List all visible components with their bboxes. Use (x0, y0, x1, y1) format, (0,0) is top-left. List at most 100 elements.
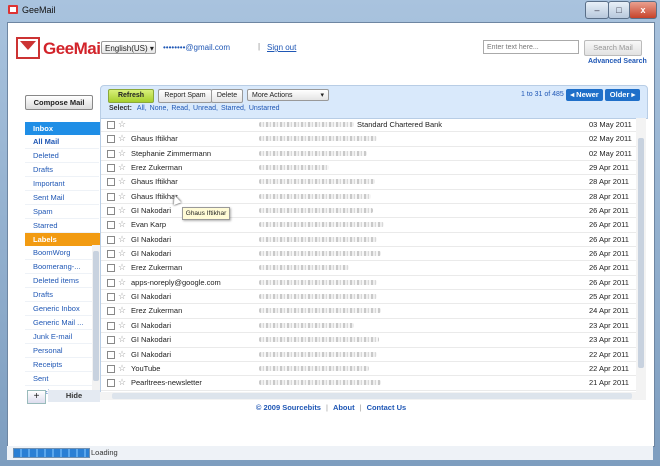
message-checkbox[interactable] (107, 235, 115, 244)
sidebar-item-drafts[interactable]: Drafts (25, 163, 99, 177)
star-icon[interactable]: ☆ (118, 147, 126, 160)
message-row[interactable]: ☆ apps-noreply@google.com 26 Apr 2011 (101, 276, 637, 291)
advanced-search-link[interactable]: Advanced Search (588, 58, 647, 65)
message-row[interactable]: ☆ Standard Chartered Bank 03 May 2011 (101, 118, 637, 133)
sidebar-label-generic-mail-[interactable]: Generic Mail ... (25, 316, 99, 330)
sidebar-label-drafts[interactable]: Drafts (25, 288, 99, 302)
message-checkbox[interactable] (107, 364, 115, 373)
refresh-button[interactable]: Refresh (108, 89, 154, 103)
add-label-button[interactable]: + (27, 390, 46, 404)
message-row[interactable]: ☆ YouTube 22 Apr 2011 (101, 362, 637, 377)
message-row[interactable]: ☆ Erez Zukerman 24 Apr 2011 (101, 304, 637, 319)
message-checkbox[interactable] (107, 207, 115, 216)
copyright-link[interactable]: © 2009 Sourcebits (256, 403, 321, 412)
star-icon[interactable]: ☆ (118, 118, 126, 131)
message-row[interactable]: ☆ GI Nakodari 26 Apr 2011 (101, 247, 637, 262)
sidebar-label-sent[interactable]: Sent (25, 372, 99, 386)
select-option-starred[interactable]: Starred, (221, 105, 246, 112)
message-row[interactable]: ☆ Erez Zukerman 29 Apr 2011 (101, 161, 637, 176)
star-icon[interactable]: ☆ (118, 333, 126, 346)
maximize-button[interactable]: □ (608, 1, 630, 19)
sidebar-scroll-thumb[interactable] (93, 251, 99, 381)
message-row[interactable]: ☆ GI Nakodari 23 Apr 2011 (101, 319, 637, 334)
star-icon[interactable]: ☆ (118, 276, 126, 289)
search-mail-button[interactable]: Search Mail (584, 40, 642, 56)
message-checkbox[interactable] (107, 149, 115, 158)
message-row[interactable]: ☆ GI Nakodari 25 Apr 2011 (101, 290, 637, 305)
message-row[interactable]: ☆ GI Nakodari 22 Apr 2011 (101, 348, 637, 362)
title-bar[interactable]: GeeMail – □ x (0, 0, 660, 20)
sidebar-label-boomerang-[interactable]: Boomerang-... (25, 260, 99, 274)
message-checkbox[interactable] (107, 278, 115, 287)
sidebar-label-deleted-items[interactable]: Deleted items (25, 274, 99, 288)
sidebar-label-personal[interactable]: Personal (25, 344, 99, 358)
star-icon[interactable]: ☆ (118, 204, 126, 217)
star-icon[interactable]: ☆ (118, 261, 126, 274)
message-checkbox[interactable] (107, 164, 115, 173)
sign-out-link[interactable]: Sign out (267, 43, 296, 52)
sidebar-item-starred[interactable]: Starred (25, 219, 99, 233)
message-checkbox[interactable] (107, 336, 115, 345)
message-checkbox[interactable] (107, 221, 115, 230)
star-icon[interactable]: ☆ (118, 233, 126, 246)
minimize-button[interactable]: – (585, 1, 609, 19)
star-icon[interactable]: ☆ (118, 190, 126, 203)
newer-button[interactable]: ◂ Newer (566, 89, 603, 101)
close-button[interactable]: x (629, 1, 657, 19)
message-list-scrollbar[interactable] (636, 118, 646, 392)
report-spam-button[interactable]: Report Spam (158, 89, 212, 103)
sidebar-label-generic-inbox[interactable]: Generic Inbox (25, 302, 99, 316)
message-checkbox[interactable] (107, 135, 115, 144)
sidebar-item-sent-mail[interactable]: Sent Mail (25, 191, 99, 205)
horizontal-scrollbar[interactable] (100, 392, 646, 400)
older-button[interactable]: Older ▸ (605, 89, 640, 101)
message-scroll-thumb[interactable] (638, 138, 644, 368)
message-checkbox[interactable] (107, 307, 115, 316)
message-checkbox[interactable] (107, 192, 115, 201)
star-icon[interactable]: ☆ (118, 218, 126, 231)
star-icon[interactable]: ☆ (118, 290, 126, 303)
message-row[interactable]: ☆ Ghaus Iftikhar 02 May 2011 (101, 132, 637, 147)
message-checkbox[interactable] (107, 350, 115, 359)
sidebar-item-spam[interactable]: Spam (25, 205, 99, 219)
star-icon[interactable]: ☆ (118, 132, 126, 145)
message-checkbox[interactable] (107, 264, 115, 273)
compose-mail-button[interactable]: Compose Mail (25, 95, 93, 110)
select-option-unstarred[interactable]: Unstarred (249, 105, 280, 112)
message-row[interactable]: ☆ Erez Zukerman 26 Apr 2011 (101, 261, 637, 276)
select-option-read[interactable]: Read, (171, 105, 190, 112)
sidebar-label-receipts[interactable]: Receipts (25, 358, 99, 372)
horizontal-scroll-thumb[interactable] (112, 393, 632, 399)
star-icon[interactable]: ☆ (118, 304, 126, 317)
message-row[interactable]: ☆ GI Nakodari 26 Apr 2011 (101, 233, 637, 248)
message-row[interactable]: ☆ Evan Karp 26 Apr 2011 (101, 218, 637, 233)
contact-us-link[interactable]: Contact Us (367, 403, 407, 412)
message-checkbox[interactable] (107, 293, 115, 302)
select-option-all[interactable]: All, (137, 105, 147, 112)
sidebar-inbox[interactable]: Inbox (25, 122, 101, 135)
message-checkbox[interactable] (107, 178, 115, 187)
search-input[interactable]: Enter text here... (483, 40, 579, 54)
star-icon[interactable]: ☆ (118, 376, 126, 389)
message-row[interactable]: ☆ GI Nakodari 23 Apr 2011 (101, 333, 637, 348)
sidebar-label-junk-e-mail[interactable]: Junk E-mail (25, 330, 99, 344)
sidebar-item-important[interactable]: Important (25, 177, 99, 191)
message-checkbox[interactable] (107, 121, 115, 129)
message-checkbox[interactable] (107, 321, 115, 330)
sidebar-item-deleted[interactable]: Deleted (25, 149, 99, 163)
star-icon[interactable]: ☆ (118, 161, 126, 174)
sidebar-item-all-mail[interactable]: All Mail (25, 135, 99, 149)
star-icon[interactable]: ☆ (118, 319, 126, 332)
sidebar-label-boomworg[interactable]: BoomWorg (25, 246, 99, 260)
star-icon[interactable]: ☆ (118, 348, 126, 361)
delete-button[interactable]: Delete (211, 89, 243, 103)
message-checkbox[interactable] (107, 379, 115, 388)
message-row[interactable]: ☆ Ghaus Iftikhar 28 Apr 2011 (101, 175, 637, 190)
about-link[interactable]: About (333, 403, 355, 412)
star-icon[interactable]: ☆ (118, 247, 126, 260)
language-select[interactable]: English(US) ▾ (101, 41, 156, 54)
select-option-none[interactable]: None, (150, 105, 169, 112)
star-icon[interactable]: ☆ (118, 175, 126, 188)
star-icon[interactable]: ☆ (118, 362, 126, 375)
select-option-unread[interactable]: Unread, (193, 105, 218, 112)
